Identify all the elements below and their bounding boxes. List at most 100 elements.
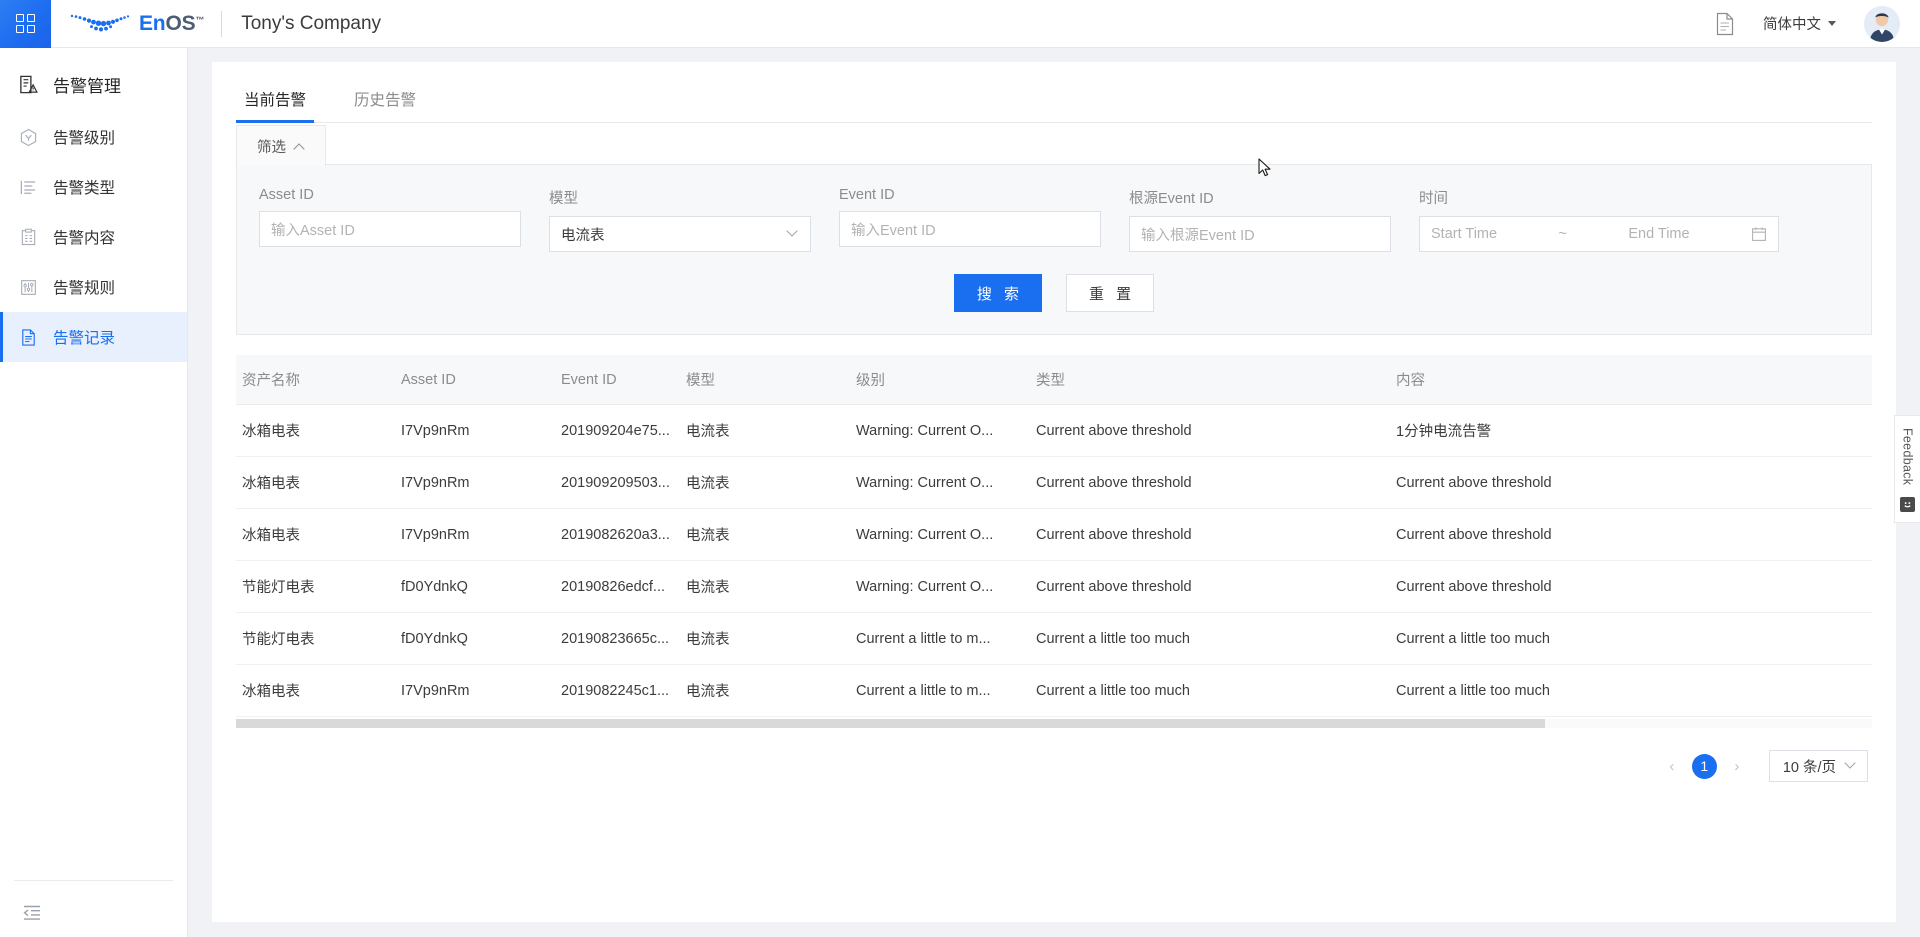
sidebar-item-alert-rule[interactable]: 告警规则 <box>0 262 187 312</box>
field-label: Event ID <box>839 187 1101 203</box>
table-body: 冰箱电表 I7Vp9nRm 201909204e75... 电流表 Warnin… <box>236 405 1872 717</box>
filter-actions: 搜 索 重 置 <box>259 274 1849 312</box>
cell-content: 1分钟电流告警 <box>1396 405 1872 457</box>
cell-event-id: 201909204e75... <box>561 405 686 457</box>
table-row[interactable]: 节能灯电表 fD0YdnkQ 20190823665c... 电流表 Curre… <box>236 613 1872 665</box>
field-label: 模型 <box>549 187 811 208</box>
language-selector[interactable]: 简体中文 <box>1749 13 1850 34</box>
menu-fold-icon <box>22 904 42 922</box>
sidebar-item-label: 告警内容 <box>53 226 115 248</box>
cell-model: 电流表 <box>686 405 856 457</box>
cell-level: Warning: Current O... <box>856 509 1036 561</box>
chevron-up-icon <box>293 143 304 154</box>
cell-type: Current a little too much <box>1036 613 1396 665</box>
alert-management-icon <box>15 73 41 95</box>
page-tabs: 当前告警 历史告警 <box>236 62 1872 123</box>
scrollbar-thumb[interactable] <box>236 719 1545 728</box>
column-header-type[interactable]: 类型 <box>1036 355 1396 405</box>
tab-history-alerts[interactable]: 历史告警 <box>346 88 424 122</box>
tab-current-alerts[interactable]: 当前告警 <box>236 88 314 122</box>
range-separator: ~ <box>1558 226 1566 242</box>
cell-asset-id: fD0YdnkQ <box>401 613 561 665</box>
sidebar-item-alert-content[interactable]: 告警内容 <box>0 212 187 262</box>
top-navigation-bar: EnOS™ Tony's Company 简体中文 <box>0 0 1920 48</box>
cell-type: Current above threshold <box>1036 457 1396 509</box>
brand-os-text: OS <box>165 12 195 36</box>
input-placeholder: 输入Asset ID <box>271 219 355 240</box>
user-avatar-icon <box>1864 6 1900 42</box>
table-row[interactable]: 冰箱电表 I7Vp9nRm 2019082620a3... 电流表 Warnin… <box>236 509 1872 561</box>
field-label: 根源Event ID <box>1129 187 1391 208</box>
brand-trademark: ™ <box>195 15 204 25</box>
pagination: ‹ 1 › 10 条/页 <box>236 750 1872 782</box>
sidebar-header-label: 告警管理 <box>53 72 121 97</box>
page-size-selector[interactable]: 10 条/页 <box>1769 750 1868 782</box>
feedback-face-icon <box>1900 497 1915 512</box>
language-label: 简体中文 <box>1763 13 1821 34</box>
column-header-asset-name[interactable]: 资产名称 <box>236 355 401 405</box>
alert-type-icon <box>15 176 41 198</box>
filter-tab-line: 筛选 <box>236 123 1872 165</box>
select-value: 电流表 <box>561 224 605 245</box>
alerts-table: 资产名称 Asset ID Event ID 模型 级别 类型 内容 开始时间 … <box>236 355 1872 717</box>
brand-wordmark: EnOS™ <box>139 12 204 36</box>
root-event-id-input[interactable]: 输入根源Event ID <box>1129 216 1391 252</box>
cell-model: 电流表 <box>686 457 856 509</box>
filter-toggle-button[interactable]: 筛选 <box>236 125 326 166</box>
alert-content-icon <box>15 226 41 248</box>
field-event-id: Event ID 输入Event ID <box>839 187 1101 252</box>
documentation-button[interactable] <box>1705 4 1745 44</box>
cell-event-id: 20190823665c... <box>561 613 686 665</box>
calendar-icon <box>1751 226 1767 242</box>
reset-button[interactable]: 重 置 <box>1066 274 1154 312</box>
table-row[interactable]: 冰箱电表 I7Vp9nRm 2019082245c1... 电流表 Curren… <box>236 665 1872 717</box>
time-range-picker[interactable]: Start Time ~ End Time <box>1419 216 1779 252</box>
cell-type: Current above threshold <box>1036 561 1396 613</box>
model-select[interactable]: 电流表 <box>549 216 811 252</box>
cell-type: Current above threshold <box>1036 405 1396 457</box>
pagination-prev-button[interactable]: ‹ <box>1660 754 1684 778</box>
cell-asset-name: 冰箱电表 <box>236 509 401 561</box>
sidebar-item-label: 告警级别 <box>53 126 115 148</box>
asset-id-input[interactable]: 输入Asset ID <box>259 211 521 247</box>
input-placeholder: 输入根源Event ID <box>1141 224 1255 245</box>
cell-asset-id: I7Vp9nRm <box>401 509 561 561</box>
table-horizontal-scrollbar[interactable] <box>236 719 1872 728</box>
sidebar-item-alert-level[interactable]: 告警级别 <box>0 112 187 162</box>
filter-fields-row: Asset ID 输入Asset ID 模型 电流表 Event ID <box>259 187 1849 252</box>
chevron-down-icon <box>1844 757 1855 768</box>
sidebar-item-label: 告警规则 <box>53 276 115 298</box>
pagination-next-button[interactable]: › <box>1725 754 1749 778</box>
page-size-label: 10 条/页 <box>1783 756 1836 777</box>
sidebar-item-alert-management[interactable]: 告警管理 <box>0 56 187 112</box>
table-row[interactable]: 节能灯电表 fD0YdnkQ 20190826edcf... 电流表 Warni… <box>236 561 1872 613</box>
search-button[interactable]: 搜 索 <box>954 274 1042 312</box>
sidebar-collapse-button[interactable] <box>14 895 50 931</box>
apps-launcher-button[interactable] <box>0 0 51 48</box>
cell-event-id: 2019082620a3... <box>561 509 686 561</box>
top-bar-actions: 简体中文 <box>1705 4 1920 44</box>
column-header-event-id[interactable]: Event ID <box>561 355 686 405</box>
column-header-level[interactable]: 级别 <box>856 355 1036 405</box>
cell-level: Warning: Current O... <box>856 457 1036 509</box>
event-id-input[interactable]: 输入Event ID <box>839 211 1101 247</box>
sidebar-item-alert-record[interactable]: 告警记录 <box>0 312 187 362</box>
application-root: EnOS™ Tony's Company 简体中文 <box>0 0 1920 937</box>
alerts-table-wrapper: 资产名称 Asset ID Event ID 模型 级别 类型 内容 开始时间 … <box>236 355 1872 728</box>
apps-grid-icon <box>16 14 35 33</box>
field-root-event-id: 根源Event ID 输入根源Event ID <box>1129 187 1391 252</box>
alert-level-icon <box>15 126 41 148</box>
cell-content: Current above threshold <box>1396 509 1872 561</box>
feedback-rail[interactable]: Feedback <box>1894 415 1920 523</box>
column-header-content[interactable]: 内容 <box>1396 355 1872 405</box>
avatar[interactable] <box>1864 6 1900 42</box>
column-header-asset-id[interactable]: Asset ID <box>401 355 561 405</box>
field-model: 模型 电流表 <box>549 187 811 252</box>
table-row[interactable]: 冰箱电表 I7Vp9nRm 201909204e75... 电流表 Warnin… <box>236 405 1872 457</box>
pagination-page-1[interactable]: 1 <box>1692 754 1717 779</box>
input-placeholder: 输入Event ID <box>851 219 936 240</box>
table-row[interactable]: 冰箱电表 I7Vp9nRm 201909209503... 电流表 Warnin… <box>236 457 1872 509</box>
table-header-row: 资产名称 Asset ID Event ID 模型 级别 类型 内容 开始时间 … <box>236 355 1872 405</box>
column-header-model[interactable]: 模型 <box>686 355 856 405</box>
sidebar-item-alert-type[interactable]: 告警类型 <box>0 162 187 212</box>
